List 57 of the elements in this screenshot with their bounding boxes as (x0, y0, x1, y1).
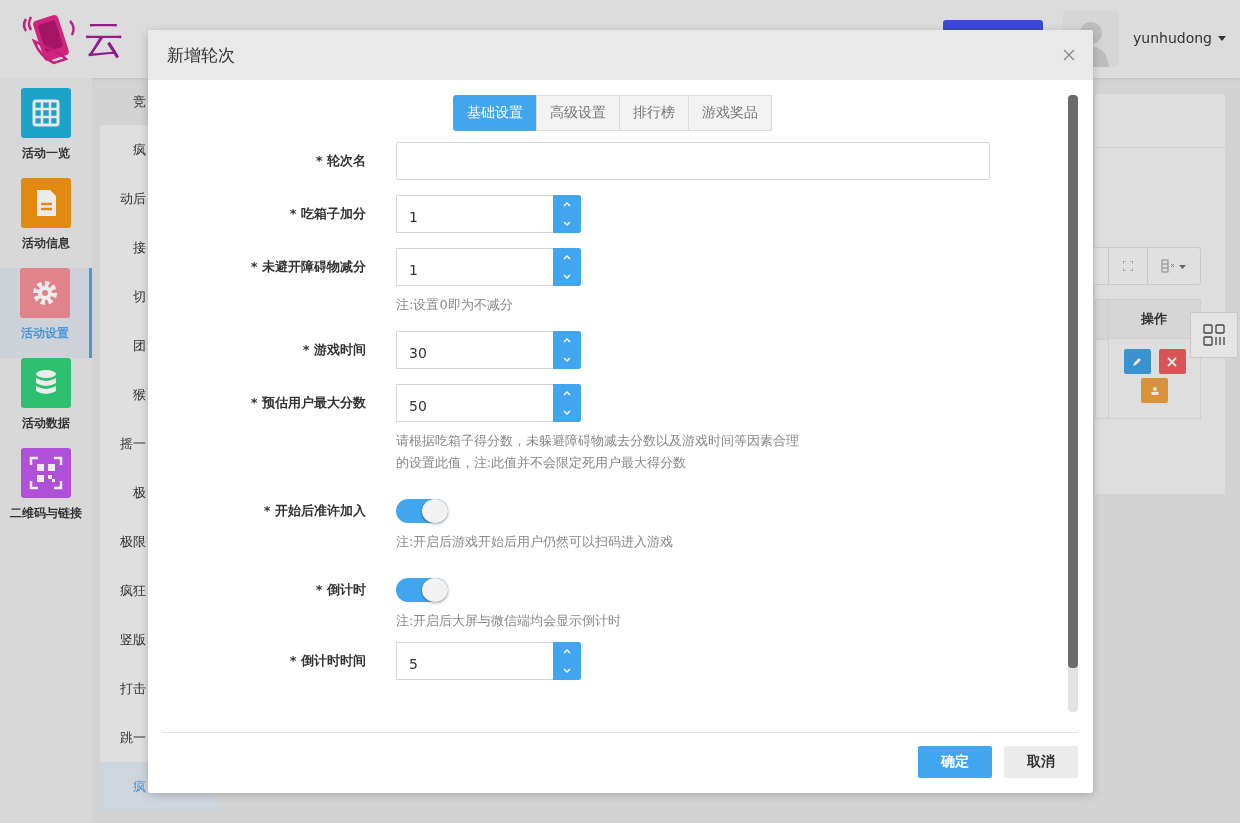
chevron-up-icon (563, 338, 571, 343)
delete-button[interactable] (1158, 349, 1186, 374)
caret-icon (1218, 35, 1226, 41)
grid-icon (1203, 324, 1225, 346)
chevron-up-icon (563, 255, 571, 260)
chevron-down-icon (563, 410, 571, 415)
field-label: * 游戏时间 (301, 341, 366, 359)
nav-item[interactable]: 活动数据 (0, 358, 92, 448)
edit-button[interactable] (1123, 349, 1151, 374)
input-field[interactable] (396, 142, 990, 180)
logo-text: 云 (84, 15, 130, 64)
nav-item[interactable]: 活动一览 (0, 88, 92, 178)
fullscreen-button[interactable] (1108, 247, 1148, 285)
columns-button[interactable] (1147, 247, 1201, 285)
chevron-up-icon (563, 202, 571, 207)
number-field[interactable]: 1 (396, 248, 553, 286)
toggle-switch[interactable] (396, 578, 448, 602)
float-button[interactable] (1190, 312, 1238, 358)
column-header: 操作 (1107, 299, 1201, 339)
field-label: * 轮次名 (314, 152, 366, 170)
field-label: * 预估用户最大分数 (249, 394, 366, 412)
number-field[interactable]: 30 (396, 331, 553, 369)
number-field[interactable]: 50 (396, 384, 553, 422)
chevron-down-icon (563, 357, 571, 362)
cancel-button[interactable]: 取消 (1004, 746, 1078, 778)
tab[interactable]: 高级设置 (536, 95, 620, 131)
tab[interactable]: 游戏奖品 (688, 95, 772, 131)
field-label: * 吃箱子加分 (288, 205, 366, 223)
tab[interactable]: 排行榜 (619, 95, 689, 131)
user-button[interactable] (1141, 378, 1168, 403)
chevron-up-icon (563, 391, 571, 396)
chevron-down-icon (563, 274, 571, 279)
person-icon (1149, 385, 1160, 396)
nav-item[interactable]: 活动信息 (0, 178, 92, 268)
hint-text: 注:开启后游戏开始后用户仍然可以扫码进入游戏 (396, 533, 674, 551)
close-icon (1167, 356, 1177, 367)
hint-text: 注:开启后大屏与微信端均会显示倒计时 (396, 612, 622, 630)
field-label: * 倒计时 (314, 581, 366, 599)
nav-item[interactable]: 二维码与链接 (0, 448, 92, 538)
number-field[interactable]: 5 (396, 642, 553, 680)
pencil-icon (1132, 356, 1142, 367)
chevron-up-icon (563, 649, 571, 654)
dialog-title: 新增轮次 (167, 43, 235, 67)
field-label: * 未避开障碍物减分 (249, 258, 366, 276)
chevron-down-icon (563, 221, 571, 226)
number-field[interactable]: 1 (396, 195, 553, 233)
close-icon[interactable] (1063, 49, 1075, 61)
field-label: * 倒计时时间 (288, 652, 366, 670)
chevron-down-icon (563, 668, 571, 673)
toggle-switch[interactable] (396, 499, 448, 523)
hint-text: 请根据吃箱子得分数，未躲避障碍物减去分数以及游戏时间等因素合理的设置此值，注:此值并不会限定死用户最大得分数 (396, 432, 800, 472)
fullscreen-icon (1123, 261, 1133, 271)
field-label: * 开始后准许加入 (262, 502, 366, 520)
columns-icon (1161, 259, 1187, 273)
hint-text: 注:设置0即为不减分 (396, 296, 514, 314)
username-menu[interactable]: yunhudong (1133, 30, 1226, 46)
scrollbar[interactable] (1068, 95, 1078, 712)
